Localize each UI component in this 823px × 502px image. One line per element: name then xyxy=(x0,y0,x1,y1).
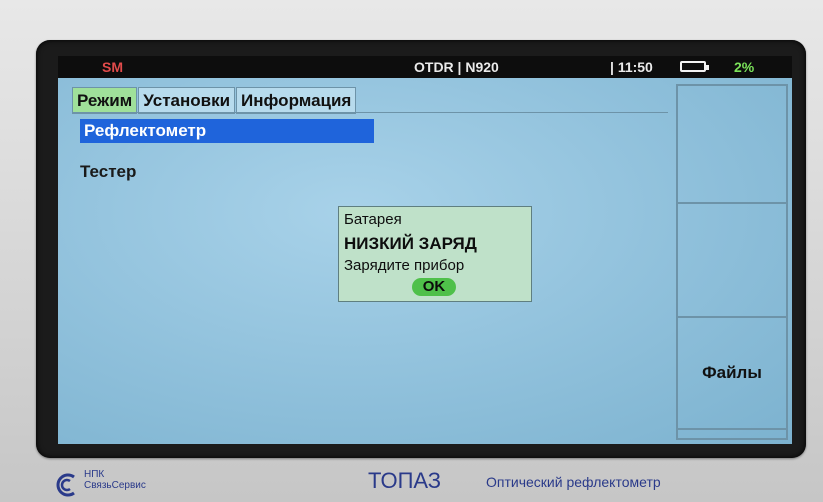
company-name: НПК СвязьСервис xyxy=(84,469,146,491)
device-body: SM OTDR | N920 | 11:50 2% Режим Установк… xyxy=(0,0,823,502)
menu-item-reflectometer[interactable]: Рефлектометр xyxy=(80,119,374,143)
dialog-heading: НИЗКИЙ ЗАРЯД xyxy=(344,234,477,253)
company-line-1: НПК xyxy=(84,469,105,480)
separator: | xyxy=(610,59,614,75)
sm-label: SM xyxy=(102,59,123,75)
battery-icon xyxy=(680,61,709,72)
display-screen: SM OTDR | N920 | 11:50 2% Режим Установк… xyxy=(58,56,792,444)
mode-label: OTDR | N920 xyxy=(414,59,499,75)
battery-percent: 2% xyxy=(734,59,755,75)
softkey-4[interactable] xyxy=(678,430,786,438)
tab-information[interactable]: Информация xyxy=(236,87,357,114)
softkey-files[interactable]: Файлы xyxy=(678,318,786,430)
tab-mode[interactable]: Режим xyxy=(72,87,138,114)
company-line-2: СвязьСервис xyxy=(84,480,146,491)
softkey-panel: Файлы xyxy=(676,84,788,440)
softkey-2[interactable] xyxy=(678,204,786,318)
tab-bar: Режим Установки Информация xyxy=(72,87,357,114)
company-logo-icon xyxy=(56,473,75,497)
battery-dialog: Батарея НИЗКИЙ ЗАРЯД Зарядите прибор OK xyxy=(338,206,532,302)
dialog-message: Зарядите прибор xyxy=(344,257,465,274)
product-name: ТОПАЗ xyxy=(368,468,442,493)
tab-settings[interactable]: Установки xyxy=(138,87,236,114)
tab-divider xyxy=(72,112,668,113)
device-branding: НПК СвязьСервис ТОПАЗ Оптический рефлект… xyxy=(0,466,823,502)
softkey-1[interactable] xyxy=(678,86,786,204)
product-subtitle: Оптический рефлектометр xyxy=(486,474,661,490)
menu-item-tester[interactable]: Тестер xyxy=(80,160,136,184)
time: 11:50 xyxy=(617,59,653,75)
clock: | 11:50 xyxy=(610,59,653,75)
status-bar: SM OTDR | N920 | 11:50 2% xyxy=(58,56,792,78)
dialog-title: Батарея xyxy=(344,211,402,228)
ok-button[interactable]: OK xyxy=(412,278,456,296)
